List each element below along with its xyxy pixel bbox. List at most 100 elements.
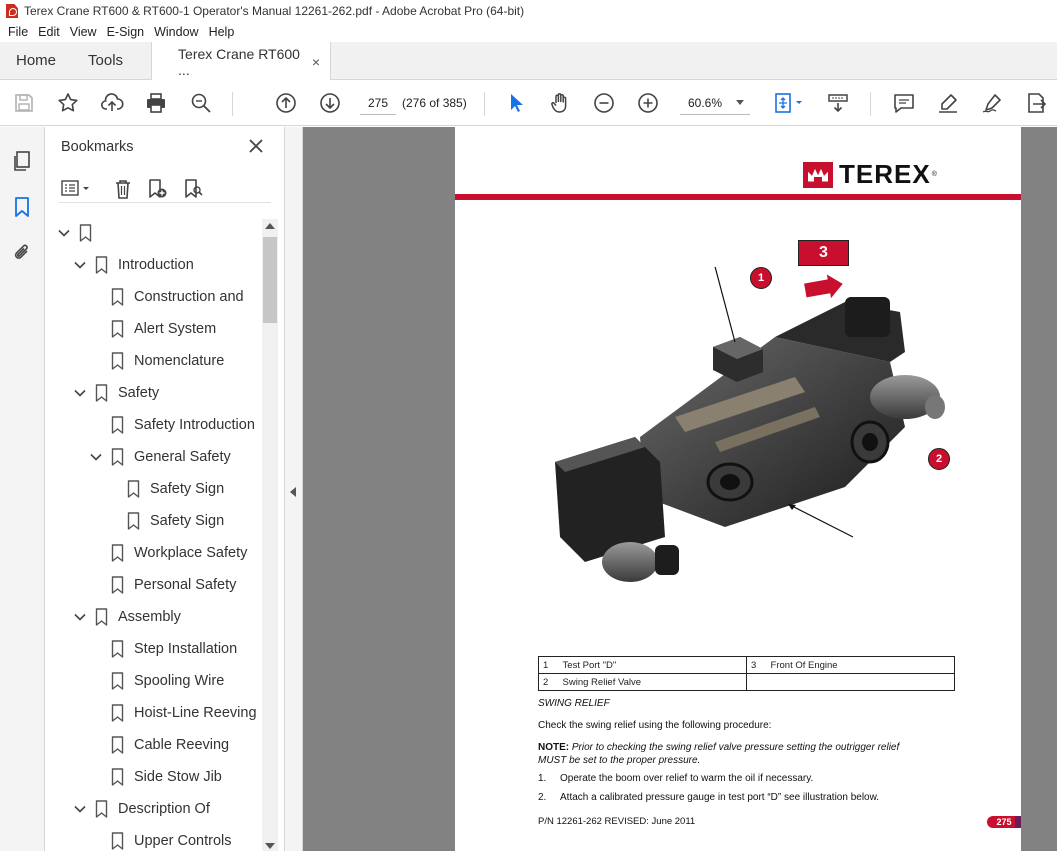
export-pdf-icon[interactable] xyxy=(1024,91,1048,115)
page-thumbnails-icon[interactable] xyxy=(10,149,34,173)
zoom-in-icon[interactable] xyxy=(636,91,660,115)
document-view[interactable]: TEREX ® 3 1 2 1 Test Port "D" 3 Front Of… xyxy=(303,127,1057,851)
panel-collapse-handle[interactable] xyxy=(285,127,303,851)
zoom-value: 60.6% xyxy=(688,95,723,110)
bookmarks-header: Bookmarks xyxy=(61,139,134,155)
menu-window[interactable]: Window xyxy=(154,25,198,39)
bookmarks-scrollbar[interactable] xyxy=(262,219,278,851)
bookmark-label: Safety Sign xyxy=(150,481,225,497)
bookmark-item[interactable]: Construction and xyxy=(111,281,244,313)
chevron-down-icon[interactable] xyxy=(73,610,87,624)
terex-logo: TEREX ® xyxy=(803,159,937,190)
comment-icon[interactable] xyxy=(892,91,916,115)
bookmark-item[interactable] xyxy=(57,217,102,249)
previous-page-icon[interactable] xyxy=(274,91,298,115)
attachments-icon[interactable] xyxy=(10,241,34,265)
note-line-1: NOTE: Prior to checking the swing relief… xyxy=(538,742,899,753)
sign-pen-icon[interactable] xyxy=(980,91,1004,115)
bookmark-item[interactable]: General Safety xyxy=(89,441,231,473)
bookmark-item[interactable]: Safety Introduction xyxy=(111,409,255,441)
legend-num xyxy=(745,673,759,691)
bookmark-icon xyxy=(95,608,108,626)
zoom-select[interactable]: 60.6% xyxy=(680,91,750,115)
find-bookmark-icon[interactable] xyxy=(181,177,205,201)
chevron-down-icon[interactable] xyxy=(57,226,71,240)
scrolling-mode-icon[interactable] xyxy=(826,91,850,115)
fit-page-icon[interactable] xyxy=(772,91,806,115)
delete-bookmark-icon[interactable] xyxy=(111,177,135,201)
terex-logo-mark xyxy=(803,161,833,188)
page-number-input[interactable]: 275 xyxy=(360,91,396,115)
bookmark-icon xyxy=(127,480,140,498)
section-title: SWING RELIEF xyxy=(538,698,610,709)
bookmark-item[interactable]: Cable Reeving xyxy=(111,729,229,761)
menu-view[interactable]: View xyxy=(70,25,97,39)
bookmark-item[interactable]: Hoist-Line Reeving xyxy=(111,697,257,729)
swing-relief-valve-illustration xyxy=(555,267,945,582)
menu-edit[interactable]: Edit xyxy=(38,25,60,39)
figure-badge: 3 xyxy=(798,240,849,266)
collapse-arrow-icon xyxy=(290,487,296,497)
close-icon[interactable] xyxy=(247,137,265,155)
bookmark-item[interactable]: Nomenclature xyxy=(111,345,224,377)
menu-file[interactable]: File xyxy=(8,25,28,39)
tab-document[interactable]: Terex Crane RT600 ... × xyxy=(151,42,332,81)
bookmarks-panel-icon[interactable] xyxy=(10,195,34,219)
menu-esign[interactable]: E-Sign xyxy=(107,25,145,39)
bookmark-item[interactable]: Safety xyxy=(73,377,159,409)
bookmark-item[interactable]: Alert System xyxy=(111,313,216,345)
step-2-num: 2. xyxy=(538,792,547,803)
chevron-down-icon[interactable] xyxy=(73,802,87,816)
bookmark-icon xyxy=(111,416,124,434)
star-icon[interactable] xyxy=(56,91,80,115)
scroll-down-icon[interactable] xyxy=(265,843,275,849)
bookmark-item[interactable]: Safety Sign xyxy=(127,473,224,505)
bookmark-icon xyxy=(95,384,108,402)
bookmark-label: Assembly xyxy=(118,609,181,625)
tab-home[interactable]: Home xyxy=(0,42,72,79)
highlight-pen-icon[interactable] xyxy=(936,91,960,115)
new-bookmark-icon[interactable] xyxy=(145,177,169,201)
bookmark-icon xyxy=(111,832,124,850)
print-icon[interactable] xyxy=(144,91,168,115)
cloud-upload-icon[interactable] xyxy=(100,91,124,115)
chevron-down-icon[interactable] xyxy=(89,450,103,464)
select-cursor-icon[interactable] xyxy=(504,91,528,115)
bookmark-item[interactable]: Side Stow Jib xyxy=(111,761,222,793)
bookmark-options-icon[interactable] xyxy=(59,177,89,201)
zoom-out-icon[interactable] xyxy=(592,91,616,115)
page-number-badge: 275 xyxy=(987,816,1021,828)
bookmark-item[interactable]: Personal Safety xyxy=(111,569,236,601)
bookmark-item[interactable]: Spooling Wire xyxy=(111,665,224,697)
step-1-text: Operate the boom over relief to warm the… xyxy=(560,773,814,784)
bookmark-item[interactable]: Description Of xyxy=(73,793,210,825)
step-1-num: 1. xyxy=(538,773,547,784)
save-icon[interactable] xyxy=(12,91,36,115)
hand-tool-icon[interactable] xyxy=(548,91,572,115)
bookmark-item[interactable]: Safety Sign xyxy=(127,505,224,537)
bookmark-item[interactable]: Assembly xyxy=(73,601,181,633)
tab-close-icon[interactable]: × xyxy=(312,54,320,70)
bookmark-label: Personal Safety xyxy=(134,577,237,593)
bookmark-label: General Safety xyxy=(134,449,231,465)
toolbar-separator xyxy=(232,92,233,116)
bookmark-item[interactable]: Workplace Safety xyxy=(111,537,247,569)
bookmark-icon xyxy=(111,320,124,338)
bookmark-icon xyxy=(111,704,124,722)
zoom-search-icon[interactable] xyxy=(189,91,213,115)
toolbar: 275 (276 of 385) 60.6% xyxy=(0,80,1057,126)
bookmark-item[interactable]: Upper Controls xyxy=(111,825,232,851)
bookmark-item[interactable]: Step Installation xyxy=(111,633,237,665)
chevron-down-icon[interactable] xyxy=(73,258,87,272)
step-2: 2. Attach a calibrated pressure gauge in … xyxy=(538,792,879,803)
bookmark-item[interactable]: Introduction xyxy=(73,249,194,281)
pdf-page: TEREX ® 3 1 2 1 Test Port "D" 3 Front Of… xyxy=(455,127,1021,851)
next-page-icon[interactable] xyxy=(318,91,342,115)
callout-1: 1 xyxy=(750,267,772,289)
bookmark-icon xyxy=(111,448,124,466)
chevron-down-icon[interactable] xyxy=(73,386,87,400)
menu-help[interactable]: Help xyxy=(209,25,235,39)
scroll-up-icon[interactable] xyxy=(265,223,275,229)
tab-tools[interactable]: Tools xyxy=(72,42,139,79)
scrollbar-thumb[interactable] xyxy=(263,237,277,323)
